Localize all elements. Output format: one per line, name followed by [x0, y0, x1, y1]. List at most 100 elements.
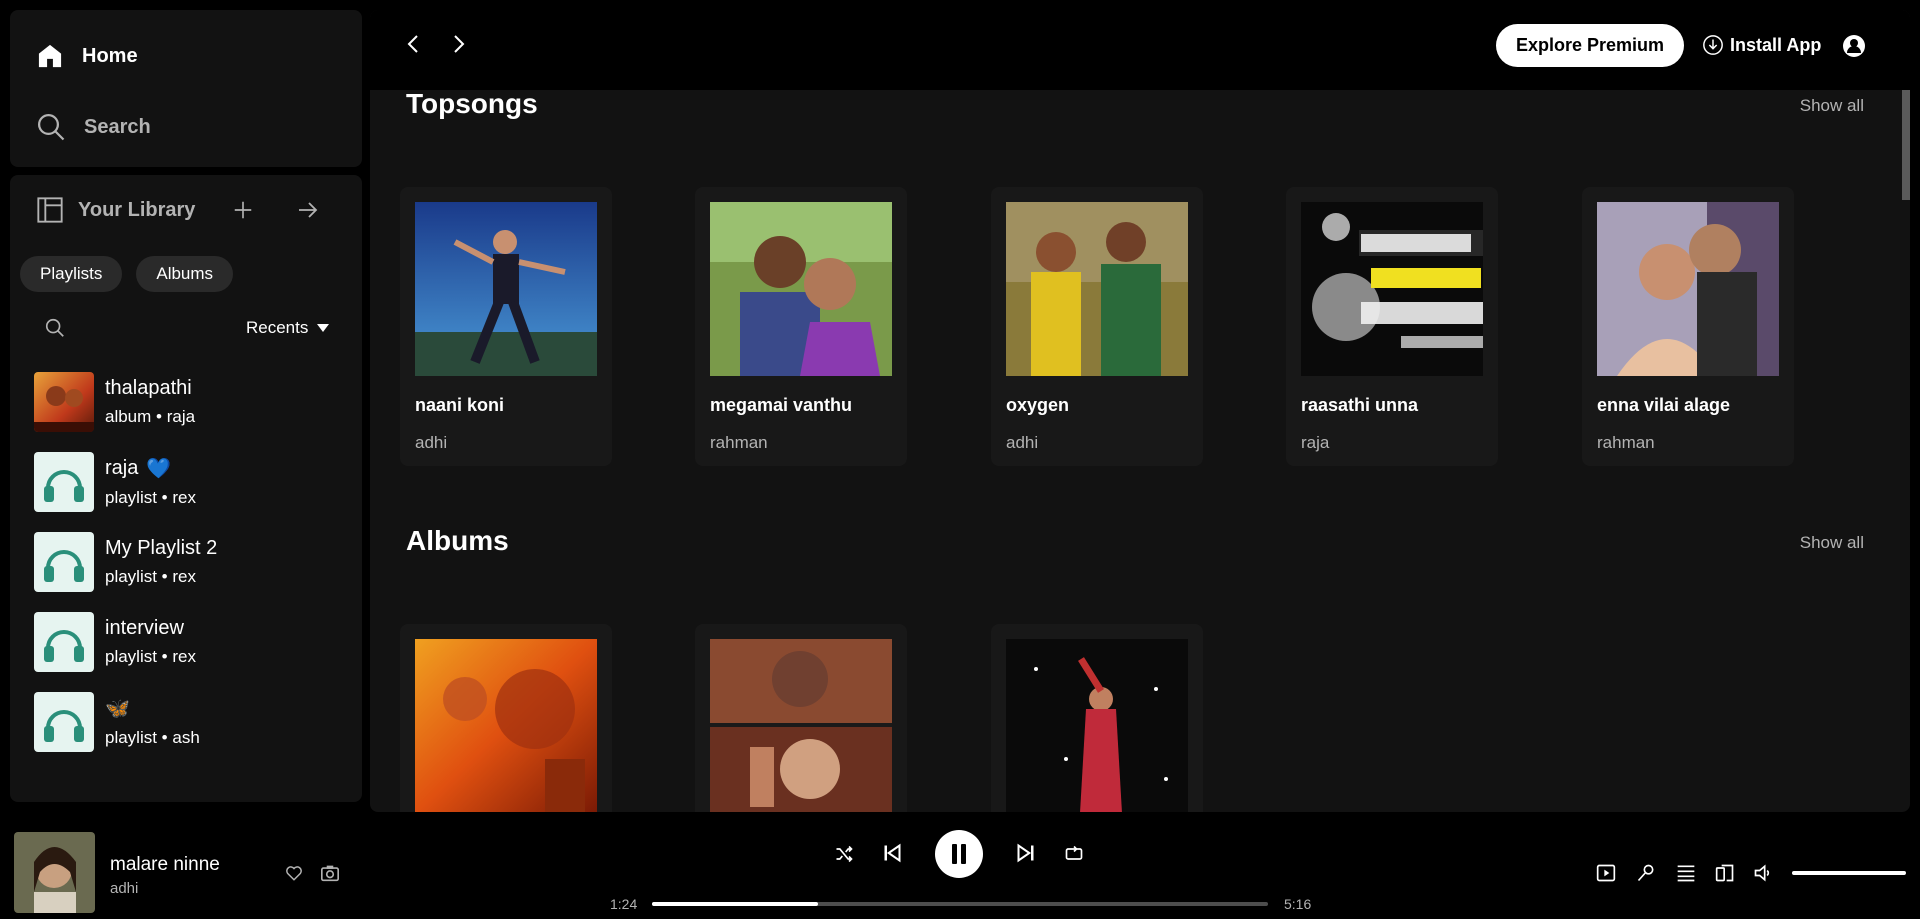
user-icon[interactable]: [1842, 34, 1866, 58]
library-item[interactable]: raja 💙 playlist • rex: [34, 442, 217, 522]
camera-icon[interactable]: [320, 864, 340, 882]
album-thalapathi-cover: [34, 372, 94, 432]
plus-icon[interactable]: [232, 199, 254, 221]
explore-premium-button[interactable]: Explore Premium: [1496, 24, 1685, 67]
library-icon: [36, 196, 64, 224]
song-card-title: raasathi unna: [1301, 395, 1419, 415]
player-bar: malare ninne adhi 1:24 5:16: [0, 812, 1920, 919]
headphones-cover: [34, 612, 94, 672]
library-search-icon[interactable]: [44, 317, 66, 339]
volume-icon[interactable]: [1753, 863, 1773, 883]
home-icon: [36, 42, 64, 70]
now-playing-view-icon[interactable]: [1596, 863, 1616, 883]
song-card-title: enna vilai alage: [1597, 395, 1731, 415]
back-arrow-icon[interactable]: [402, 32, 426, 56]
song-card[interactable]: oxygen adhi: [991, 187, 1203, 466]
library-item-name: thalapathi: [105, 377, 192, 399]
chip-albums[interactable]: Albums: [136, 256, 234, 292]
nav-search-label: Search: [84, 115, 151, 138]
connect-device-icon[interactable]: [1715, 863, 1735, 883]
library-panel: Your Library Playlists Albums Recents th…: [10, 175, 362, 802]
volume-slider[interactable]: [1792, 871, 1906, 875]
microphone-icon[interactable]: [1636, 863, 1656, 883]
albums-show-all[interactable]: Show all: [1800, 533, 1864, 553]
progress-fill: [652, 902, 819, 906]
next-icon[interactable]: [1016, 843, 1036, 863]
sort-label: Recents: [246, 318, 309, 337]
song-card[interactable]: naani koni adhi: [400, 187, 612, 466]
library-item[interactable]: My Playlist 2 playlist • rex: [34, 522, 217, 602]
section-title-topsongs: Topsongs: [406, 88, 538, 119]
song-card-art: [415, 202, 597, 376]
song-card-art: [1006, 202, 1188, 376]
library-item[interactable]: thalapathi album • raja: [34, 362, 217, 442]
library-header[interactable]: Your Library: [36, 193, 336, 227]
topsongs-show-all[interactable]: Show all: [1800, 96, 1864, 116]
search-icon: [36, 112, 66, 142]
library-item-sub: playlist • rex: [105, 647, 196, 666]
queue-icon[interactable]: [1676, 863, 1696, 883]
forward-arrow-icon[interactable]: [446, 32, 470, 56]
previous-icon[interactable]: [882, 843, 902, 863]
song-card-art: [1597, 202, 1779, 376]
library-item-sub: playlist • ash: [105, 728, 200, 747]
song-card-artist: adhi: [415, 433, 448, 452]
library-item-sub: playlist • rex: [105, 488, 196, 507]
section-title-albums: Albums: [406, 525, 509, 556]
elapsed-time: 1:24: [610, 896, 638, 912]
album-card-art: [1006, 639, 1188, 812]
install-app-button[interactable]: Install App: [1702, 34, 1821, 56]
headphones-cover: [34, 692, 94, 752]
progress-bar[interactable]: [652, 902, 1268, 906]
library-item-name: interview: [105, 617, 184, 639]
song-card[interactable]: enna vilai alage rahman: [1582, 187, 1794, 466]
song-card-art: [710, 202, 892, 376]
sort-dropdown[interactable]: Recents: [246, 318, 330, 338]
headphones-cover: [34, 532, 94, 592]
blue-heart-emoji: 💙: [146, 458, 172, 480]
library-filter-chips: Playlists Albums: [20, 256, 234, 292]
song-card[interactable]: megamai vanthu rahman: [695, 187, 907, 466]
now-playing-cover: [14, 832, 95, 913]
now-playing-artist[interactable]: adhi: [110, 880, 138, 897]
nav-search[interactable]: Search: [36, 112, 151, 142]
song-card-title: megamai vanthu: [710, 395, 853, 415]
album-card-art: [710, 639, 892, 812]
library-title: Your Library: [78, 198, 196, 221]
album-card-art: [415, 639, 597, 812]
library-item[interactable]: interview playlist • rex: [34, 602, 217, 682]
song-card-artist: rahman: [1597, 433, 1655, 452]
song-card-artist: adhi: [1006, 433, 1039, 452]
chip-playlists[interactable]: Playlists: [20, 256, 123, 292]
install-app-label: Install App: [1730, 34, 1822, 55]
shuffle-icon[interactable]: [834, 844, 854, 864]
library-item-name: My Playlist 2: [105, 537, 218, 559]
nav-home[interactable]: Home: [36, 42, 138, 70]
song-card-artist: raja: [1301, 433, 1330, 452]
top-bar: Explore Premium Install App: [370, 10, 1910, 90]
song-card[interactable]: raasathi unna raja: [1286, 187, 1498, 466]
main-content: Topsongs Show all naani koni adhi megama…: [370, 10, 1910, 812]
now-playing-title[interactable]: malare ninne: [110, 854, 220, 876]
headphones-cover: [34, 452, 94, 512]
library-item-sub: album • raja: [105, 407, 196, 426]
library-item[interactable]: 🦋 playlist • ash: [34, 682, 217, 762]
song-card-title: oxygen: [1006, 395, 1070, 415]
caret-down-icon: [316, 323, 330, 333]
butterfly-emoji: 🦋: [105, 698, 130, 720]
repeat-icon[interactable]: [1064, 844, 1084, 864]
total-duration: 5:16: [1284, 896, 1312, 912]
nav-panel: Home Search: [10, 10, 362, 167]
library-item-sub: playlist • rex: [105, 567, 196, 586]
library-item-name: raja: [105, 457, 139, 479]
heart-icon[interactable]: [285, 864, 303, 882]
download-circle-icon: [1702, 34, 1724, 56]
album-card[interactable]: [991, 624, 1203, 812]
pause-button[interactable]: [935, 830, 983, 878]
arrow-right-icon[interactable]: [296, 198, 320, 222]
nav-home-label: Home: [82, 44, 138, 67]
album-card[interactable]: [400, 624, 612, 812]
song-card-art: [1301, 202, 1483, 376]
album-card[interactable]: [695, 624, 907, 812]
scrollbar[interactable]: [1902, 90, 1910, 200]
